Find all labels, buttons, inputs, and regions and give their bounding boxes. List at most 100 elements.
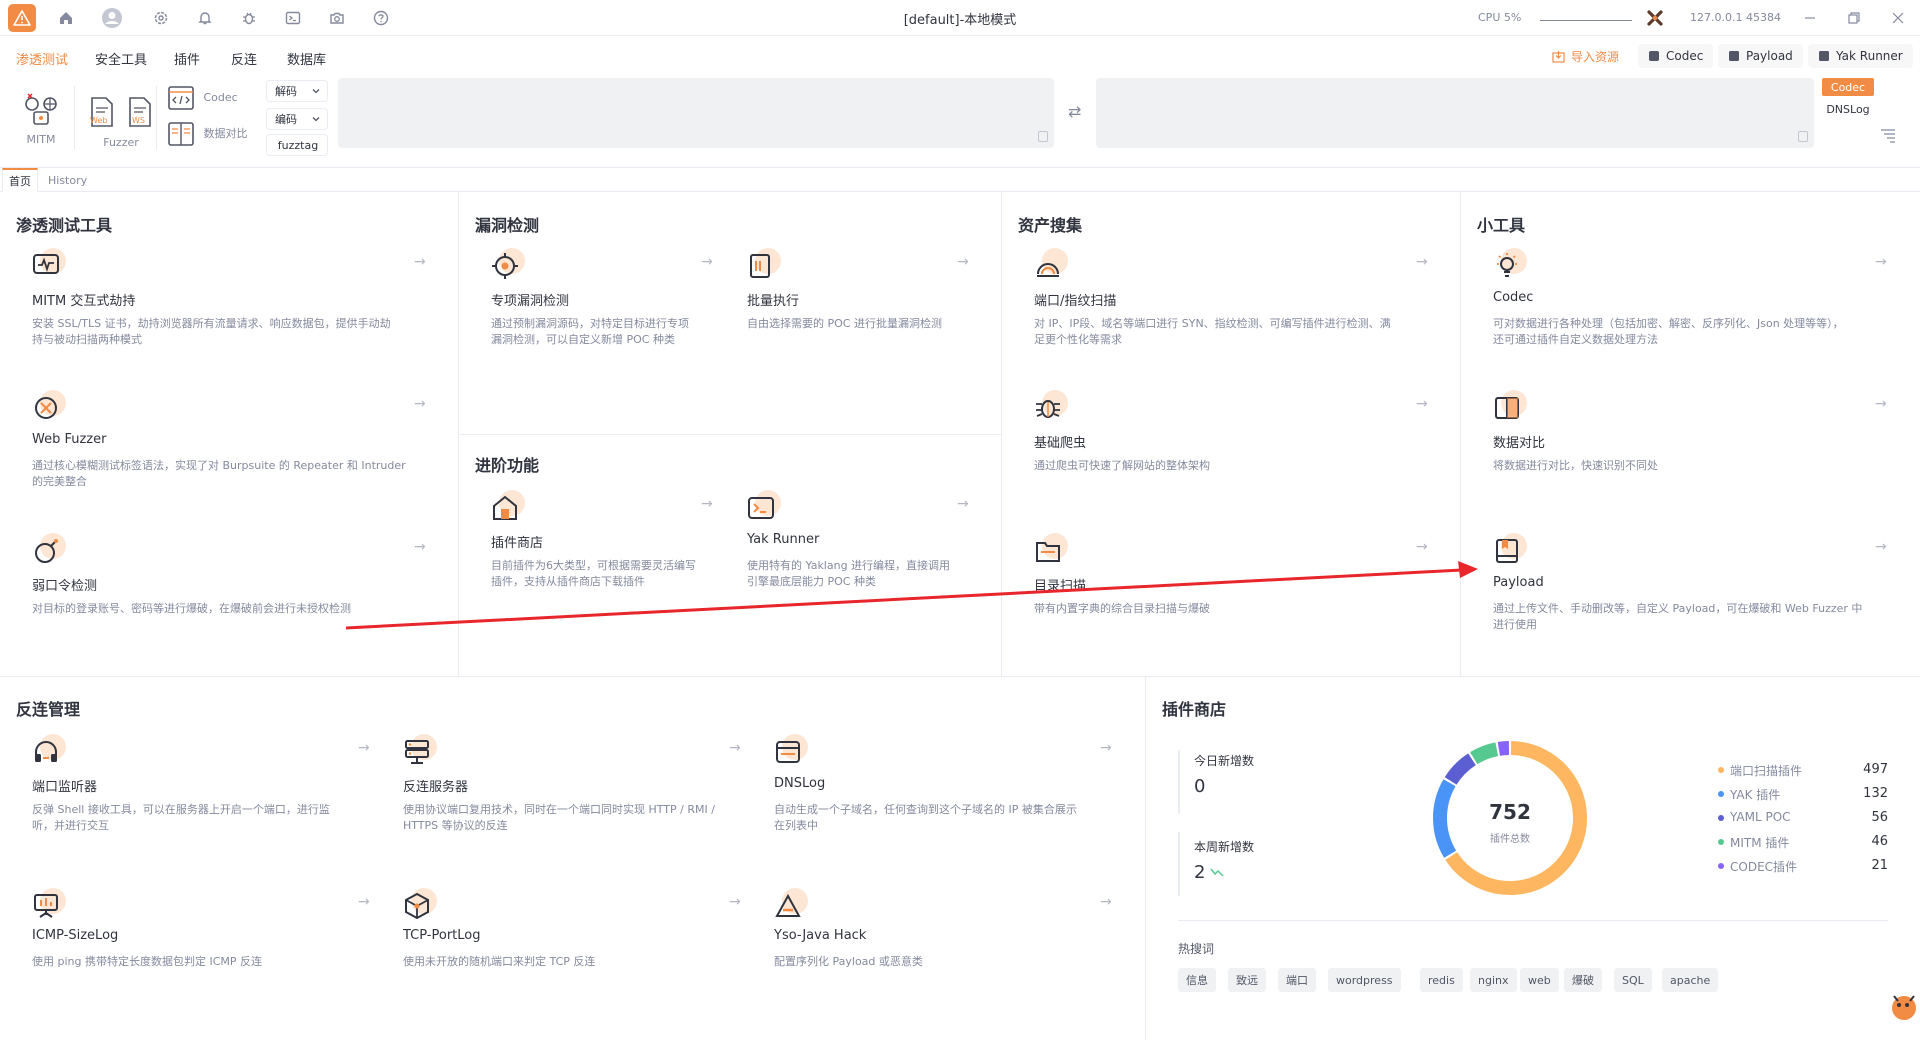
codec-output-pane[interactable]: [1096, 78, 1814, 148]
legend-value: 132: [1863, 786, 1888, 801]
arrow-right-icon: →: [414, 254, 426, 270]
legend-row-yaml: YAML POC 56: [1718, 810, 1888, 826]
arrow-right-icon: →: [1416, 254, 1428, 270]
menu-database[interactable]: 数据库: [287, 49, 326, 68]
arrow-right-icon: →: [1416, 396, 1428, 412]
bug-icon[interactable]: [237, 6, 261, 30]
hot-tag[interactable]: apache: [1662, 968, 1719, 992]
bell-icon[interactable]: [193, 6, 217, 30]
arrow-right-icon: →: [701, 254, 713, 270]
menu-plugins[interactable]: 插件: [174, 49, 200, 68]
data-compare-tool[interactable]: 数据对比: [168, 122, 268, 146]
card-codec[interactable]: → Codec 可对数据进行各种处理（包括加密、解密、反序列化、Json 处理等…: [1493, 248, 1893, 348]
yak-runner-quick-button[interactable]: Yak Runner: [1808, 44, 1913, 68]
tab-history[interactable]: History: [42, 168, 93, 192]
card-name: 端口监听器: [32, 780, 98, 795]
hot-tag[interactable]: 信息: [1178, 968, 1216, 992]
card-name: 弱口令检测: [32, 579, 98, 594]
card-special-vuln[interactable]: → 专项漏洞检测 通过预制漏洞源码，对特定目标进行专项 漏洞检测，可以自定义新增 …: [491, 248, 717, 348]
fuzztag-label: fuzztag: [277, 138, 319, 152]
restore-icon[interactable]: [1836, 4, 1872, 32]
card-payload[interactable]: → Payload 通过上传文件、手动删改等，自定义 Payload，可在爆破和…: [1493, 533, 1893, 633]
copy-icon[interactable]: [1038, 131, 1048, 142]
mitm-card-icon: [32, 248, 66, 282]
card-port-listener[interactable]: → 端口监听器 反弹 Shell 接收工具，可以在服务器上开启一个端口，进行监听…: [32, 734, 372, 834]
hot-tag[interactable]: SQL: [1614, 968, 1652, 992]
menu-reverse[interactable]: 反连: [231, 49, 257, 68]
chart-board-icon: [32, 888, 66, 922]
import-resource-button[interactable]: 导入资源: [1542, 44, 1629, 68]
hot-tag[interactable]: nginx: [1470, 968, 1517, 992]
card-data-compare[interactable]: → 数据对比 将数据进行对比，快速识别不同处: [1493, 390, 1893, 490]
card-mitm[interactable]: → MITM 交互式劫持 安装 SSL/TLS 证书，劫持浏览器所有流量请求、响…: [32, 248, 432, 348]
menu-security-tools[interactable]: 安全工具: [95, 49, 147, 68]
card-reverse-server[interactable]: → 反连服务器 使用协议端口复用技术，同时在一个端口同时实现 HTTP / RM…: [403, 734, 743, 834]
headphone-icon: [32, 734, 66, 768]
card-yso-java[interactable]: → Yso-Java Hack 配置序列化 Payload 或恶意类: [774, 888, 1114, 978]
engine-status-icon[interactable]: [1646, 9, 1664, 30]
hot-tag[interactable]: wordpress: [1328, 968, 1401, 992]
card-desc: 将数据进行对比，快速识别不同处: [1493, 459, 1658, 472]
mascot-icon[interactable]: [1888, 986, 1918, 1025]
card-yak-runner[interactable]: → Yak Runner 使用特有的 Yaklang 进行编程，直接调用 引擎最底…: [747, 490, 973, 590]
user-icon[interactable]: [100, 6, 124, 30]
hot-tag[interactable]: web: [1520, 968, 1559, 992]
fuzztag-button[interactable]: fuzztag: [266, 134, 328, 156]
minimize-icon[interactable]: [1792, 4, 1828, 32]
card-dnslog[interactable]: → DNSLog 自动生成一个子域名，任何查询到这个子域名的 IP 被集合展示在…: [774, 734, 1114, 834]
side-tab-codec[interactable]: Codec: [1822, 78, 1874, 96]
card-port-scan[interactable]: → 端口/指纹扫描 对 IP、IP段、域名等端口进行 SYN、指纹检测、可编写插…: [1034, 248, 1434, 348]
card-crawler[interactable]: → 基础爬虫 通过爬虫可快速了解网站的整体架构: [1034, 390, 1434, 490]
gear-icon[interactable]: [149, 6, 173, 30]
card-plugin-store[interactable]: → 插件商店 目前插件为6大类型，可根据需要灵活编写 插件，支持从插件商店下载插件: [491, 490, 717, 590]
web-fuzzer-card-icon: [32, 390, 66, 424]
hot-tag[interactable]: redis: [1420, 968, 1463, 992]
card-weak-password[interactable]: → 弱口令检测 对目标的登录账号、密码等进行爆破，在爆破前会进行未授权检测: [32, 533, 432, 633]
codec-tool[interactable]: Codec: [168, 86, 268, 110]
arrow-right-icon: →: [358, 894, 370, 910]
card-desc: 使用 ping 携带特定长度数据包判定 ICMP 反连: [32, 955, 263, 968]
tab-home[interactable]: 首页: [2, 168, 38, 192]
payload-quick-button[interactable]: Payload: [1718, 44, 1803, 68]
mitm-tool[interactable]: MITM: [20, 90, 62, 146]
donut-slice: [1433, 779, 1457, 858]
chevron-down-icon: [312, 117, 320, 122]
arrow-right-icon: →: [729, 894, 741, 910]
encode-select[interactable]: 编码: [266, 108, 328, 130]
collapse-icon[interactable]: [1880, 128, 1896, 147]
menu-pentest[interactable]: 渗透测试: [16, 49, 68, 68]
camera-icon[interactable]: [325, 6, 349, 30]
card-web-fuzzer[interactable]: → Web Fuzzer 通过核心模糊测试标签语法，实现了对 Burpsuite…: [32, 390, 432, 490]
ws-tag: WS: [132, 116, 145, 125]
card-icmp-sizelog[interactable]: → ICMP-SizeLog 使用 ping 携带特定长度数据包判定 ICMP …: [32, 888, 372, 978]
codec-quick-button[interactable]: Codec: [1638, 44, 1714, 68]
batch-icon: [747, 248, 781, 282]
card-name: 批量执行: [747, 294, 800, 309]
card-tcp-portlog[interactable]: → TCP-PortLog 使用未开放的随机端口来判定 TCP 反连: [403, 888, 743, 978]
home-icon[interactable]: [54, 6, 78, 30]
card-name: Codec: [1493, 290, 1534, 305]
arrow-right-icon: →: [957, 496, 969, 512]
close-icon[interactable]: [1880, 4, 1916, 32]
hot-tag[interactable]: 致远: [1228, 968, 1266, 992]
cpu-sparkline: [1540, 20, 1632, 21]
ws-fuzzer-tool[interactable]: WS: [124, 96, 156, 131]
copy-icon[interactable]: [1798, 131, 1808, 142]
decode-select[interactable]: 解码: [266, 80, 328, 102]
card-name: TCP-PortLog: [403, 928, 481, 943]
side-tab-dnslog[interactable]: DNSLog: [1822, 100, 1874, 118]
hot-tag[interactable]: 爆破: [1564, 968, 1602, 992]
plugin-total: 752: [1489, 800, 1531, 824]
help-icon[interactable]: [369, 6, 393, 30]
swap-icon[interactable]: ⇄: [1068, 102, 1081, 121]
card-dir-scan[interactable]: → 目录扫描 带有内置字典的综合目录扫描与爆破: [1034, 533, 1434, 633]
legend-value: 497: [1863, 762, 1888, 777]
dns-icon: [774, 734, 808, 768]
card-batch-exec[interactable]: → 批量执行 自由选择需要的 POC 进行批量漏洞检测: [747, 248, 973, 348]
hot-tag[interactable]: 端口: [1278, 968, 1316, 992]
warning-icon[interactable]: [8, 4, 36, 32]
card-desc: 自动生成一个子域名，任何查询到这个子域名的 IP 被集合展示 在列表中: [774, 803, 1077, 832]
codec-input-pane[interactable]: [338, 78, 1054, 148]
terminal-icon[interactable]: [281, 6, 305, 30]
web-fuzzer-tool[interactable]: Web: [86, 96, 118, 131]
